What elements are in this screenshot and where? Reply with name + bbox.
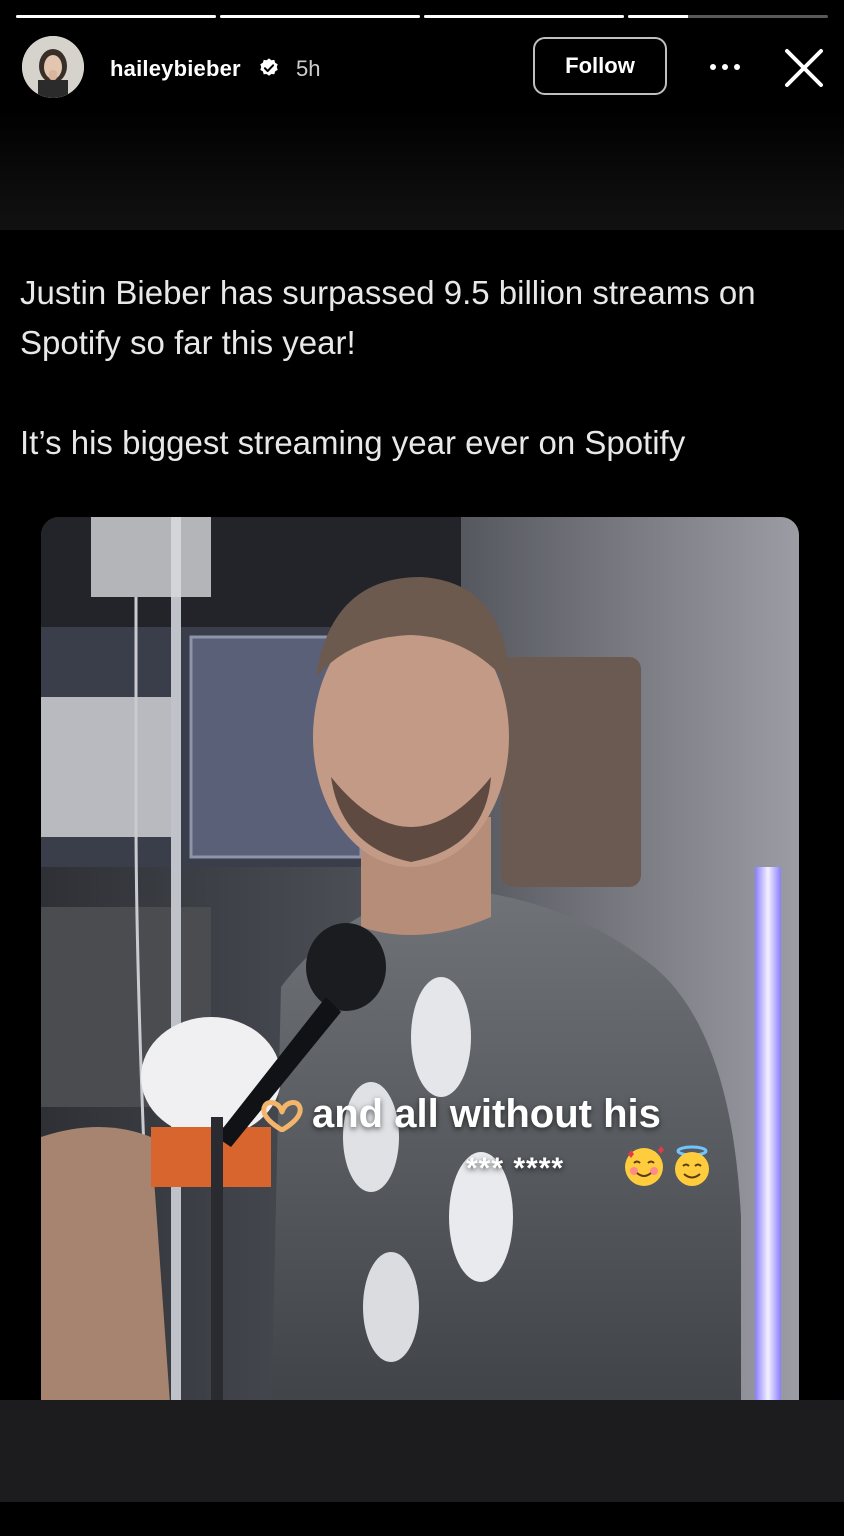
smiling-face-with-hearts-icon (625, 1146, 664, 1186)
sticker-line-1-text: and all without his (312, 1092, 661, 1136)
home-indicator-area (0, 1502, 844, 1536)
more-options-icon (710, 64, 740, 70)
story-bottom-bar (0, 1400, 844, 1502)
verified-badge-icon (260, 58, 278, 76)
heart-hands-icon (261, 1100, 303, 1133)
story-progress-segment-current (628, 15, 828, 18)
story-header: haileybieber 5h Follow (22, 36, 828, 98)
post-text-line: It’s his biggest streaming year ever on … (20, 424, 686, 461)
sticker-line-2: *** **** (466, 1152, 565, 1185)
avatar[interactable] (22, 36, 84, 98)
post-top-shade (0, 110, 844, 230)
close-icon[interactable] (782, 46, 826, 90)
sticker-line-1: and all without his (260, 1092, 661, 1137)
story-progress-segment (424, 15, 624, 18)
follow-button[interactable]: Follow (533, 37, 667, 95)
post-photo (41, 517, 799, 1417)
story-progress-segment (16, 15, 216, 18)
post-time: 5h (296, 56, 321, 81)
smiling-face-with-halo-icon (675, 1145, 709, 1186)
story-progress (16, 15, 828, 19)
more-options-button[interactable] (702, 50, 748, 84)
story-progress-segment (220, 15, 420, 18)
post-text-line: Justin Bieber has surpassed 9.5 billion … (20, 274, 756, 361)
username[interactable]: haileybieber (110, 56, 241, 82)
post-text: Justin Bieber has surpassed 9.5 billion … (20, 268, 820, 468)
